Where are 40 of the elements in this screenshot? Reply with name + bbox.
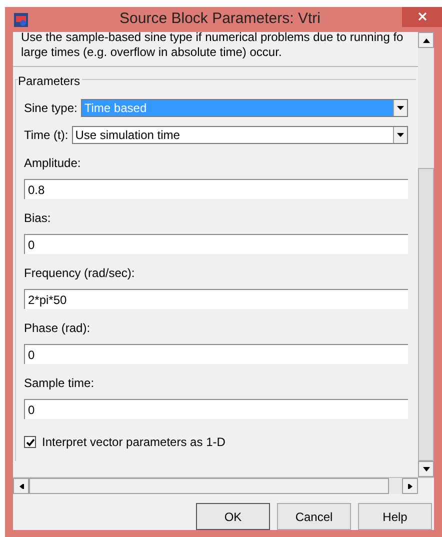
vertical-scrollbar[interactable] [418, 32, 434, 477]
field-label: Time (t): [24, 127, 68, 144]
field-label: Sample time: [24, 375, 96, 392]
dropdown-value: Use simulation time [74, 127, 181, 143]
dialog-button[interactable]: Cancel [277, 503, 351, 530]
field-value: 0 [28, 346, 35, 364]
triangle-down-icon [422, 466, 430, 472]
dropdown[interactable]: Use simulation time [72, 126, 408, 144]
dialog-button[interactable]: OK [196, 503, 270, 530]
scroll-thumb[interactable] [418, 168, 434, 461]
scroll-right-button[interactable] [402, 478, 418, 494]
triangle-right-icon [406, 484, 414, 488]
triangle-left-icon [18, 484, 24, 488]
input-field[interactable]: 0 [24, 234, 408, 254]
close-icon [418, 12, 426, 21]
scroll-up-button[interactable] [418, 32, 434, 48]
field-label: Amplitude: [24, 155, 82, 172]
field-value: 0 [28, 236, 35, 254]
field-label: Frequency (rad/sec): [24, 265, 136, 282]
dialog-button[interactable]: Help [358, 503, 432, 530]
close-button[interactable] [402, 6, 442, 26]
scroll-down-button[interactable] [418, 461, 434, 477]
field-label: Phase (rad): [24, 320, 92, 337]
triangle-up-icon [422, 38, 430, 42]
checkbox[interactable] [24, 436, 36, 448]
input-field[interactable]: 2*pi*50 [24, 289, 408, 309]
window-title: Source Block Parameters: Vtri [118, 9, 322, 30]
description-text: Use the sample-based sine type if numerical problems due to running fo large times (e.g. overflow in absolute time) occur. [21, 32, 404, 60]
input-field[interactable]: 0 [24, 399, 408, 419]
field-value: 0.8 [28, 182, 45, 198]
app-icon [14, 12, 28, 26]
input-field[interactable]: 0 [24, 344, 408, 364]
dropdown-value: Time based [82, 100, 393, 116]
field-label: Sine type: [24, 100, 78, 117]
field-label: Bias: [24, 210, 52, 227]
checkbox-label: Interpret vector parameters as 1-D [42, 434, 226, 451]
input-field[interactable]: 0.8 [24, 179, 408, 199]
scroll-left-button[interactable] [13, 478, 29, 494]
field-value: 2*pi*50 [28, 292, 67, 308]
field-value: 0 [28, 402, 35, 418]
